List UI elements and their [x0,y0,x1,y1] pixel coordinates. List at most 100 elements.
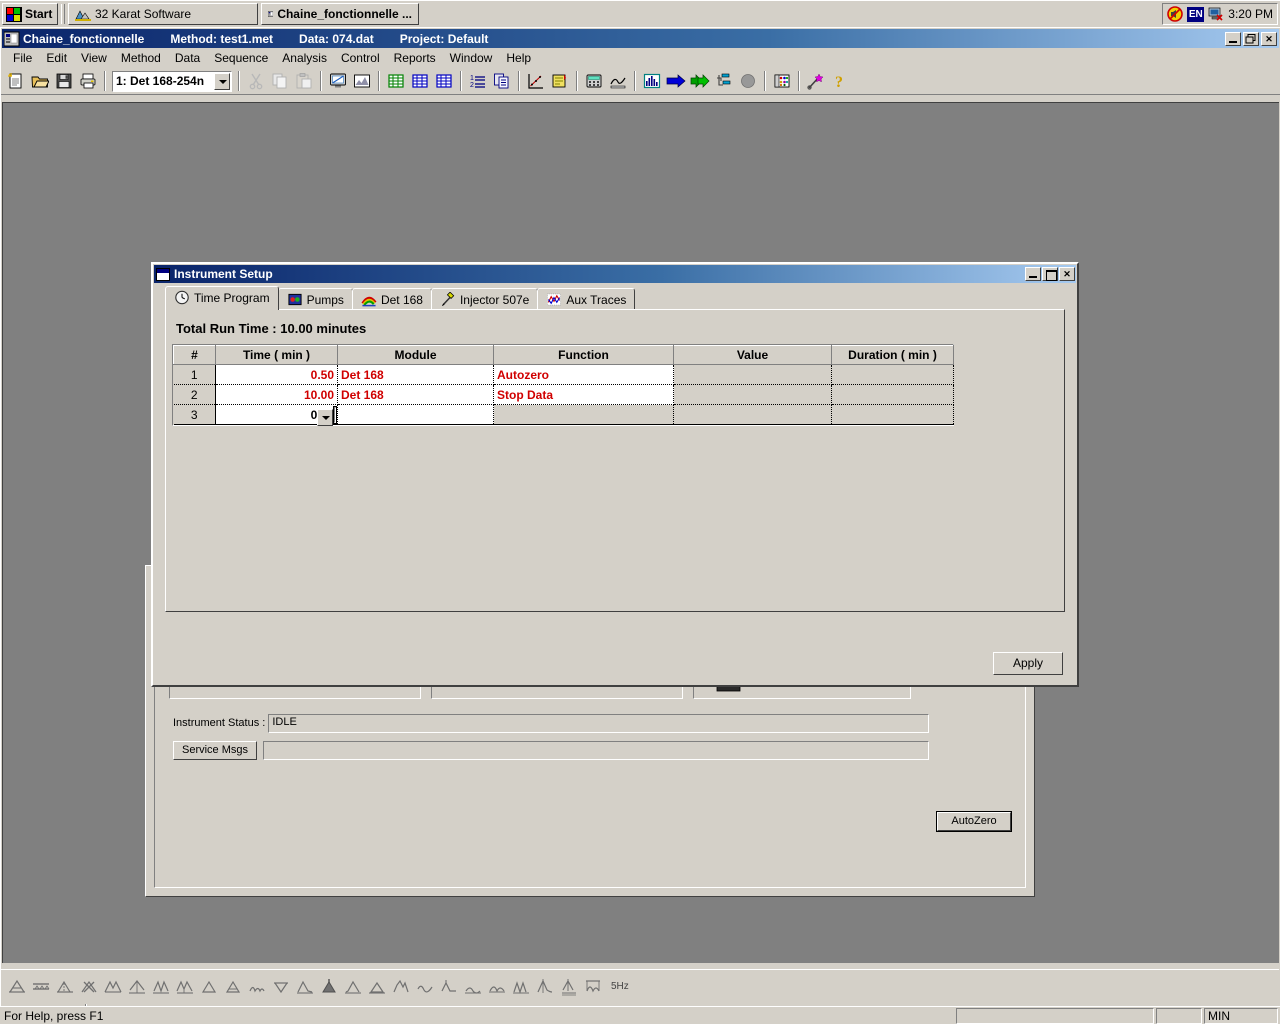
application-titlebar[interactable]: Chaine_fonctionnelle Method: test1.met D… [2,29,1279,48]
row-duration[interactable] [831,384,954,405]
peak-end-icon[interactable] [461,975,485,999]
negative-peak-icon[interactable] [125,975,149,999]
minimize-button[interactable] [1225,31,1241,46]
table-row[interactable]: 3 0.00 [173,404,954,426]
tangent-skim-icon[interactable] [293,975,317,999]
width-icon[interactable] [197,975,221,999]
dialog-close-button[interactable]: ✕ [1059,267,1075,281]
close-button[interactable]: ✕ [1261,31,1277,46]
help-icon[interactable]: ? [828,70,852,93]
menu-file[interactable]: File [6,49,39,67]
taskbar-item-32-karat[interactable]: 32 Karat Software [68,3,258,25]
menu-analysis[interactable]: Analysis [275,49,334,67]
chevron-down-icon[interactable] [214,72,230,90]
row-module[interactable]: Det 168 [337,364,494,385]
single-run-icon[interactable] [664,70,688,93]
menu-sequence[interactable]: Sequence [207,49,275,67]
dialog-maximize-button[interactable] [1042,267,1058,281]
integration-list-icon[interactable]: 1 2 [466,70,490,93]
row-time[interactable]: 0.50 [215,364,338,385]
table-blue-icon[interactable] [408,70,432,93]
network-disconnected-icon[interactable] [1208,6,1224,22]
baseline-next-valley-icon[interactable] [413,975,437,999]
row-duration[interactable] [831,404,954,425]
start-button[interactable]: Start [2,3,58,25]
tab-det-168[interactable]: Det 168 [351,288,432,310]
plate-layout-icon[interactable] [770,70,794,93]
view-graph-icon[interactable] [350,70,374,93]
dialog-titlebar[interactable]: Instrument Setup ✕ [154,265,1076,283]
menu-view[interactable]: View [74,49,114,67]
table-green-icon[interactable] [384,70,408,93]
col-header-module[interactable]: Module [337,345,494,365]
dialog-minimize-button[interactable] [1025,267,1041,281]
manual-peak-icon[interactable] [485,975,509,999]
row-function[interactable]: Autozero [493,364,674,385]
tab-aux-traces[interactable]: Aux Traces [537,288,636,310]
signature-icon[interactable] [606,70,630,93]
clock[interactable]: 3:20 PM [1228,7,1273,21]
exponential-skim-icon[interactable] [533,975,557,999]
area-reject-icon[interactable] [365,975,389,999]
col-header-function[interactable]: Function [493,345,674,365]
taskbar-item-chaine-fonctionnelle[interactable]: Chaine_fonctionnelle ... [261,3,419,25]
module-select[interactable] [317,405,337,426]
chromatogram-icon[interactable] [640,70,664,93]
threshold-icon[interactable] [221,975,245,999]
volume-muted-icon[interactable] [1167,6,1184,22]
split-peak-icon[interactable] [173,975,197,999]
row-time[interactable]: 10.00 [215,384,338,405]
shoulder-peak-icon[interactable] [53,975,77,999]
monitor-icon[interactable] [326,70,350,93]
service-msgs-button[interactable]: Service Msgs [173,741,257,760]
wizard-icon[interactable] [804,70,828,93]
menu-help[interactable]: Help [499,49,538,67]
copy-pages-icon[interactable] [490,70,514,93]
drop-line-icon[interactable] [149,975,173,999]
row-value[interactable] [673,364,832,385]
table-row[interactable]: 2 10.00 Det 168 Stop Data [173,384,954,405]
baseline-hold-icon[interactable] [581,975,605,999]
menu-control[interactable]: Control [334,49,387,67]
menu-edit[interactable]: Edit [39,49,74,67]
col-header-duration[interactable]: Duration ( min ) [831,345,954,365]
save-icon[interactable] [52,70,76,93]
tab-time-program[interactable]: Time Program [165,286,279,310]
row-function[interactable] [493,404,674,425]
valley-to-valley-icon[interactable] [269,975,293,999]
tab-injector-507e[interactable]: Injector 507e [430,288,539,310]
apply-button[interactable]: Apply [993,652,1063,675]
row-duration[interactable] [831,364,954,385]
col-header-value[interactable]: Value [673,345,832,365]
table-blue2-icon[interactable] [432,70,456,93]
row-module-editor[interactable] [317,404,494,426]
baseline-horizontal-icon[interactable] [29,975,53,999]
paste-icon[interactable] [292,70,316,93]
autozero-button[interactable]: AutoZero [936,811,1012,832]
menu-data[interactable]: Data [168,49,207,67]
print-icon[interactable] [76,70,100,93]
batch-run-icon[interactable] [688,70,712,93]
rider-peak-icon[interactable] [389,975,413,999]
taskbar-grip[interactable] [61,4,65,24]
row-function[interactable]: Stop Data [493,384,674,405]
channel-select[interactable]: 1: Det 168-254n [112,70,232,92]
calibration-plot-icon[interactable] [524,70,548,93]
sequence-icon[interactable] [712,70,736,93]
menu-reports[interactable]: Reports [387,49,443,67]
valley-peak-icon[interactable] [101,975,125,999]
peak-start-icon[interactable] [437,975,461,999]
copy-icon[interactable] [268,70,292,93]
stop-circle-icon[interactable] [736,70,760,93]
language-indicator[interactable]: EN [1187,6,1205,22]
cut-icon[interactable] [244,70,268,93]
no-peak-icon[interactable] [77,975,101,999]
small-peaks-icon[interactable] [245,975,269,999]
chevron-down-icon[interactable] [317,408,333,426]
new-method-icon[interactable] [4,70,28,93]
front-skim-icon[interactable] [341,975,365,999]
integration-off-icon[interactable] [5,975,29,999]
row-value[interactable] [673,384,832,405]
menu-method[interactable]: Method [114,49,168,67]
calculator-icon[interactable] [582,70,606,93]
